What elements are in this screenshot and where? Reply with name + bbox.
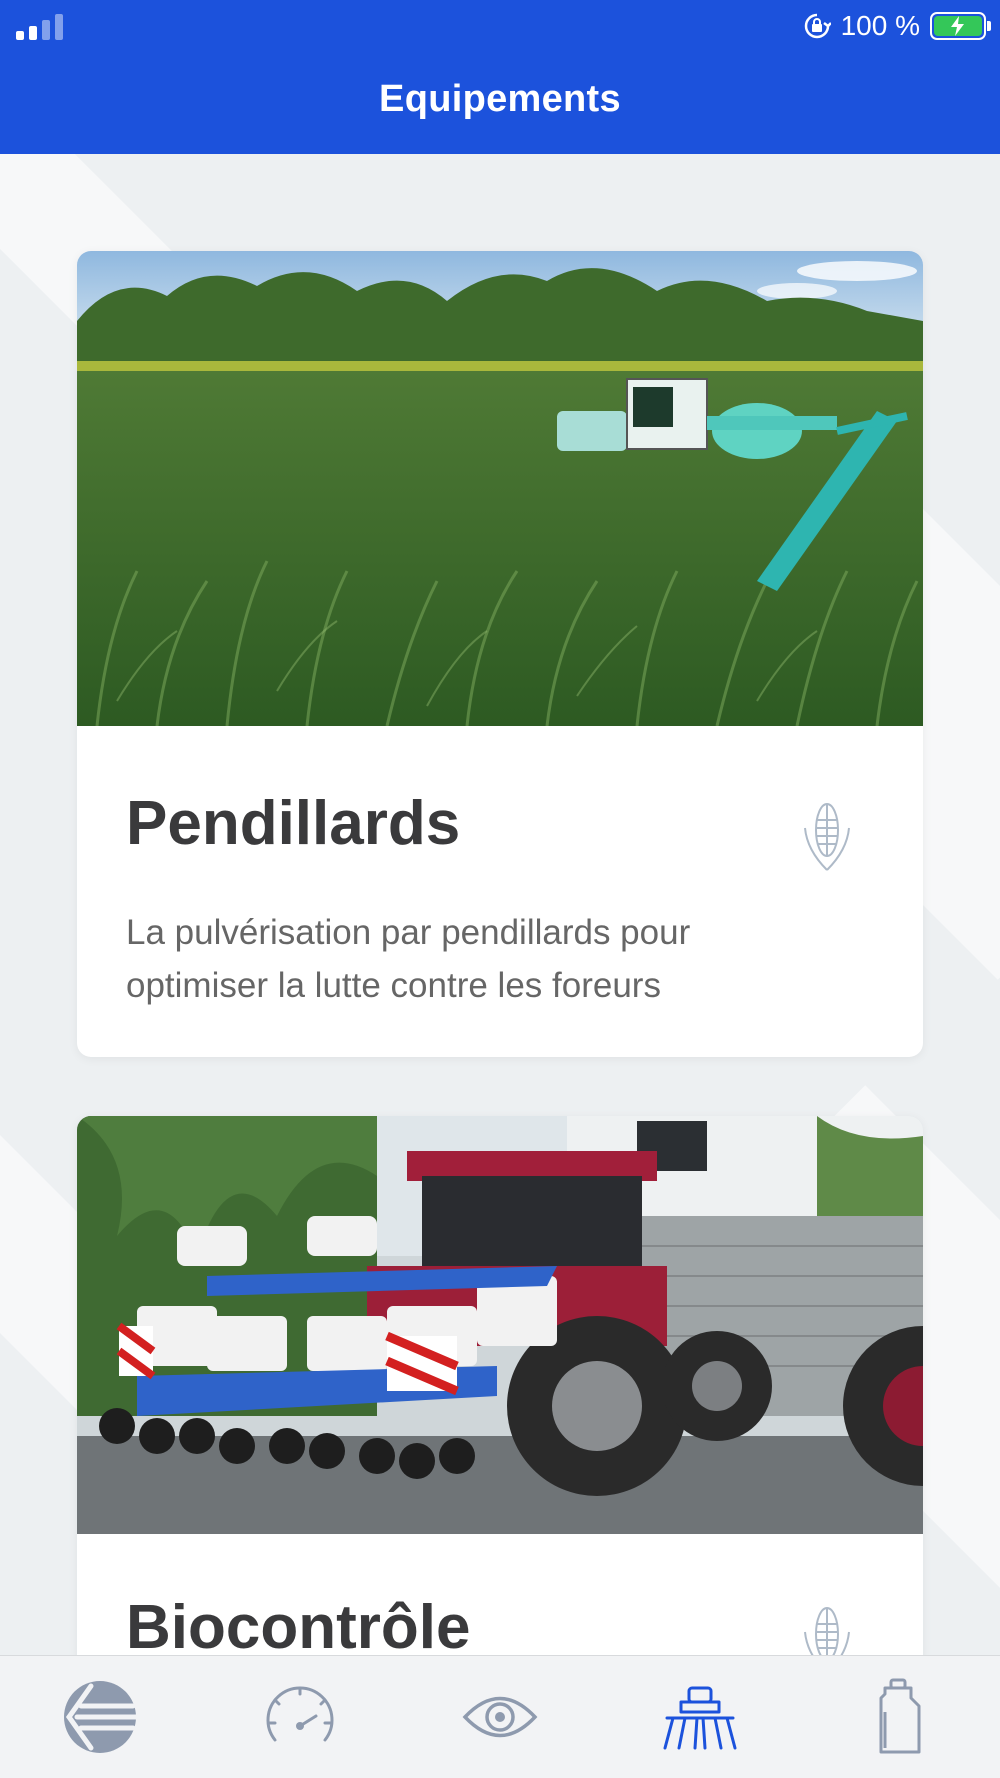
tractor-with-planter-image [77, 1116, 923, 1534]
top-bar: 100 % Equipements [0, 0, 1000, 154]
corn-icon [804, 803, 850, 871]
card-title: Pendillards [126, 789, 461, 858]
battery-percent: 100 % [840, 10, 920, 41]
speedometer-icon [266, 1686, 334, 1742]
canister-icon [879, 1678, 921, 1754]
tab-home[interactable] [40, 1667, 160, 1767]
orientation-lock-icon [804, 13, 831, 39]
equipment-card-biocontrole[interactable]: Biocontrôle [77, 1116, 923, 1676]
card-description: La pulvérisation par pendillards pour op… [126, 913, 691, 1005]
page-title: Equipements [379, 78, 621, 120]
signal-icon [16, 14, 63, 40]
card-title: Biocontrôle [126, 1593, 471, 1662]
tab-bar [0, 1655, 1000, 1778]
sprayer-icon [663, 1686, 737, 1750]
brand-logo-icon [64, 1681, 139, 1753]
sprayer-in-cornfield-image [77, 251, 923, 726]
tab-equipements[interactable] [640, 1667, 760, 1767]
status-right: 100 % [803, 10, 991, 42]
equipment-card-pendillards[interactable]: Pendillards La pulvérisation par pendill… [77, 251, 923, 1057]
tab-products[interactable] [840, 1667, 960, 1767]
tab-dashboard[interactable] [240, 1667, 360, 1767]
tab-observations[interactable] [440, 1667, 560, 1767]
eye-icon [462, 1696, 538, 1738]
battery-charging-icon [930, 12, 991, 40]
